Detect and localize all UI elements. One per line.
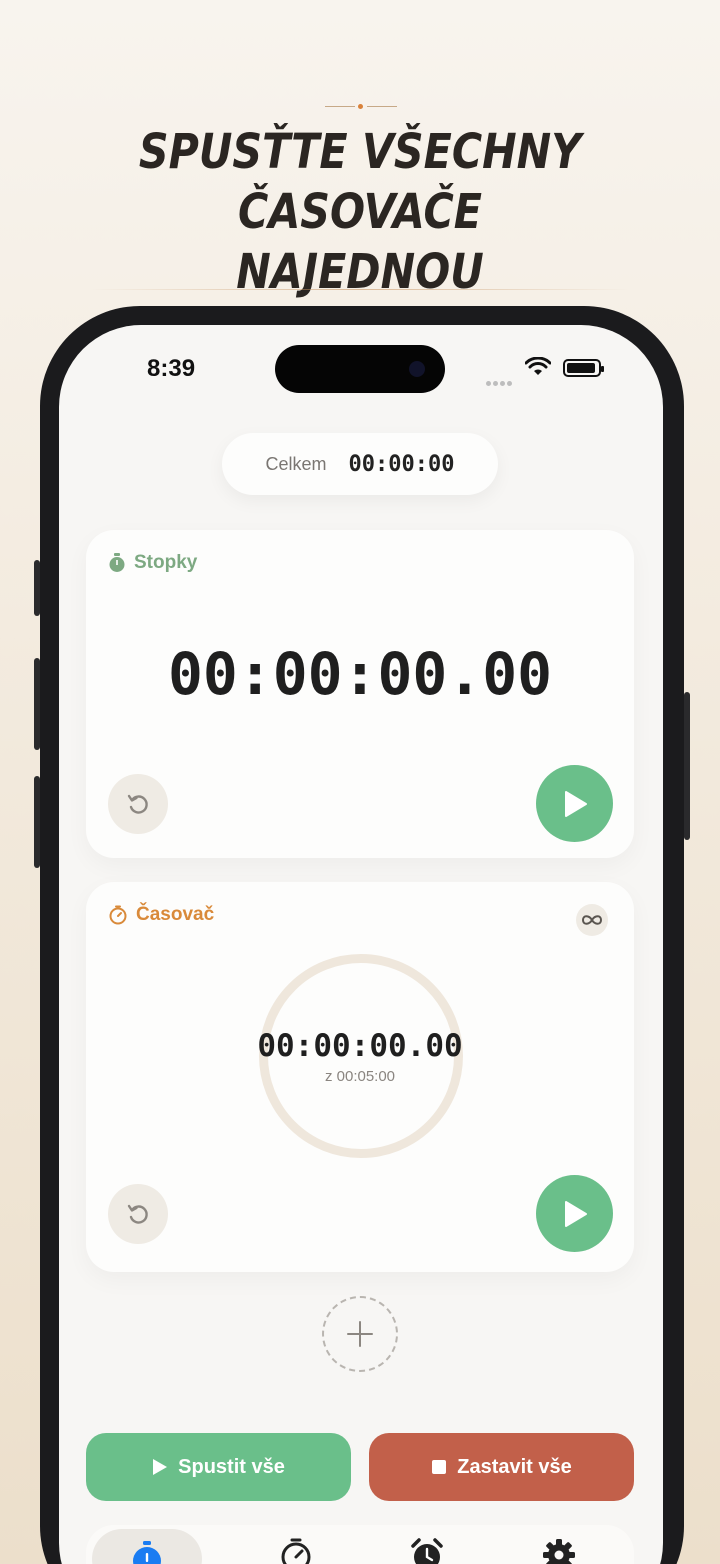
- play-icon: [564, 1200, 587, 1227]
- divider: [90, 289, 630, 290]
- stopwatch-icon: [133, 1541, 161, 1564]
- top-ornament: [325, 104, 397, 109]
- plus-icon: [347, 1321, 373, 1347]
- app-screen: 8:39 Celkem 00:00:00 Stopky 00:00:00.00: [59, 325, 663, 1564]
- stop-icon: [432, 1460, 447, 1474]
- status-time: 8:39: [147, 355, 196, 382]
- timer-icon: [281, 1538, 311, 1564]
- infinity-icon: [581, 915, 603, 925]
- timer-icon: [109, 905, 127, 925]
- promo-headline: SPUSŤTE VŠECHNY ČASOVAČE NAJEDNOU: [50, 122, 669, 302]
- reset-icon: [127, 794, 148, 814]
- tab-stopwatch[interactable]: [92, 1529, 202, 1564]
- repeat-toggle-button[interactable]: [576, 904, 608, 936]
- start-all-label: Spustit vše: [178, 1455, 285, 1478]
- gear-icon: [543, 1539, 575, 1564]
- timer-title-label: Časovač: [136, 904, 215, 925]
- timer-title: Časovač: [108, 904, 214, 926]
- total-pill: Celkem 00:00:00: [222, 433, 498, 495]
- timer-total: z 00:05:00: [324, 1068, 396, 1085]
- play-icon: [153, 1459, 168, 1475]
- stop-all-button[interactable]: Zastavit vše: [369, 1433, 634, 1501]
- stopwatch-icon: [109, 553, 125, 572]
- timer-card: Časovač 00:00:00.00 z 00:05:00: [86, 882, 634, 1272]
- tab-settings[interactable]: [504, 1525, 614, 1564]
- stopwatch-play-button[interactable]: [536, 765, 613, 842]
- total-value: 00:00:00: [348, 451, 455, 477]
- wifi-icon: [525, 357, 551, 375]
- timer-reset-button[interactable]: [108, 1184, 168, 1244]
- tab-bar: [86, 1525, 634, 1564]
- stopwatch-title: Stopky: [108, 552, 197, 574]
- stopwatch-reset-button[interactable]: [108, 774, 168, 834]
- stop-all-label: Zastavit vše: [457, 1455, 572, 1478]
- reset-icon: [127, 1204, 148, 1224]
- tab-alarm[interactable]: [372, 1525, 482, 1564]
- headline-line-1: SPUSŤTE VŠECHNY ČASOVAČE: [138, 124, 582, 240]
- play-icon: [564, 790, 587, 817]
- signal-icon: [486, 373, 514, 391]
- tab-timer[interactable]: [241, 1525, 351, 1564]
- headline-line-2: NAJEDNOU: [236, 244, 484, 300]
- battery-icon: [563, 359, 604, 377]
- dynamic-island: [275, 345, 445, 393]
- alarm-clock-icon: [411, 1538, 443, 1564]
- start-all-button[interactable]: Spustit vše: [86, 1433, 351, 1501]
- timer-time: 00:00:00.00: [257, 1028, 463, 1064]
- timer-play-button[interactable]: [536, 1175, 613, 1252]
- total-label: Celkem: [265, 453, 327, 474]
- stopwatch-card: Stopky 00:00:00.00: [86, 530, 634, 858]
- stopwatch-time: 00:00:00.00: [167, 640, 553, 708]
- stopwatch-title-label: Stopky: [134, 552, 198, 573]
- add-timer-button[interactable]: [322, 1296, 398, 1372]
